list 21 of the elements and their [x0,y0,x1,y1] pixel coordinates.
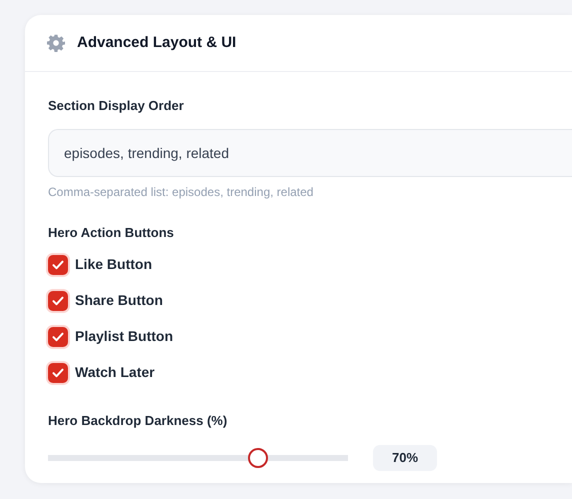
checkbox-label[interactable]: Watch Later [75,362,155,383]
slider-value: 70% [373,444,437,470]
check-icon [52,368,64,378]
checkbox[interactable] [48,326,68,346]
check-icon [52,332,64,342]
checkbox[interactable] [48,290,68,310]
slider-thumb[interactable] [248,448,268,468]
help-text: Comma-separated list: episodes, trending, related [48,184,314,200]
settings-icon [47,34,65,52]
slider-label: Hero Backdrop Darkness (%) [48,412,228,430]
check-icon [52,260,64,270]
card-title: Advanced Layout & UI [77,32,236,53]
check-icon [52,296,64,306]
checkbox[interactable] [48,254,68,274]
checkbox[interactable] [48,362,68,382]
checkbox-label[interactable]: Playlist Button [75,326,174,347]
checkbox-label[interactable]: Share Button [75,290,163,311]
section-order-input[interactable]: episodes, trending, related [48,128,572,176]
field-label: Section Display Order [48,97,185,115]
checkbox-label[interactable]: Like Button [75,254,152,275]
group-label: Hero Action Buttons [48,224,175,242]
